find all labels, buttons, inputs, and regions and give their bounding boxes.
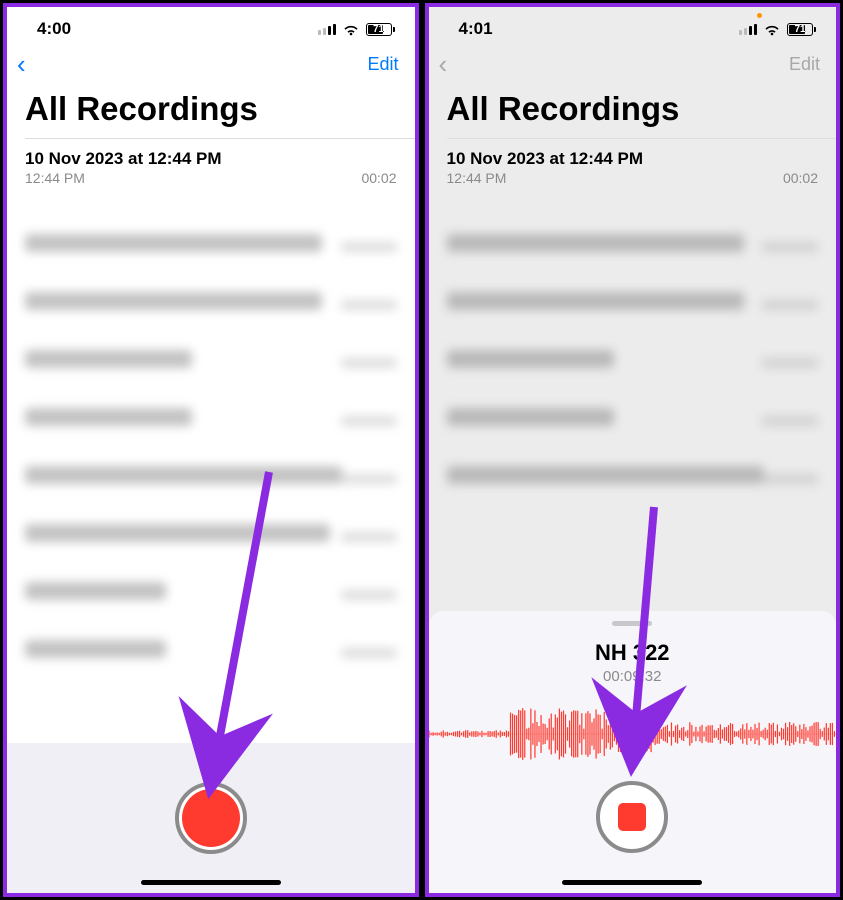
cellular-signal-icon	[318, 23, 336, 35]
active-recording-elapsed: 00:09.32	[603, 668, 661, 685]
sheet-grabber-icon[interactable]	[612, 621, 652, 626]
recording-indicator-dot-icon	[757, 13, 762, 18]
recording-title: 10 Nov 2023 at 12:44 PM	[25, 149, 397, 169]
recording-time: 12:44 PM	[447, 170, 507, 186]
recording-duration: 00:02	[783, 170, 818, 186]
edit-button[interactable]: Edit	[789, 54, 820, 75]
cellular-signal-icon	[739, 23, 757, 35]
recording-duration: 00:02	[361, 170, 396, 186]
recording-item-selected[interactable]: 10 Nov 2023 at 12:44 PM 12:44 PM 00:02	[7, 139, 415, 194]
record-circle-icon	[182, 789, 240, 847]
recording-item-selected[interactable]: 10 Nov 2023 at 12:44 PM 12:44 PM 00:02	[429, 139, 837, 194]
status-right-cluster: 71	[318, 23, 395, 36]
home-indicator	[562, 880, 702, 885]
active-recording-name: NH 322	[595, 640, 670, 666]
edit-button[interactable]: Edit	[367, 54, 398, 75]
phone-left-screenshot: 4:00 71 ‹ Edit All Recordings 10 Nov 202…	[3, 3, 419, 897]
home-indicator	[141, 880, 281, 885]
status-bar: 4:00 71	[7, 7, 415, 43]
status-time: 4:00	[37, 19, 71, 39]
back-button[interactable]: ‹	[17, 49, 26, 80]
back-button[interactable]: ‹	[439, 49, 448, 80]
wifi-icon	[763, 23, 781, 36]
waveform-icon	[429, 705, 837, 763]
recording-list-redacted	[7, 194, 415, 682]
battery-icon: 71	[366, 23, 395, 36]
nav-bar: ‹ Edit	[7, 43, 415, 84]
page-title: All Recordings	[7, 84, 415, 138]
recording-sheet[interactable]: NH 322 00:09.32	[429, 611, 837, 893]
status-bar: 4:01 71	[429, 7, 837, 43]
recording-time: 12:44 PM	[25, 170, 85, 186]
battery-icon: 71	[787, 23, 816, 36]
record-button[interactable]	[175, 782, 247, 854]
wifi-icon	[342, 23, 360, 36]
recording-list-redacted	[429, 194, 837, 508]
phone-right-screenshot: 4:01 71 ‹ Edit All Recordings 10 Nov 202…	[425, 3, 841, 897]
nav-bar: ‹ Edit	[429, 43, 837, 84]
stop-square-icon	[618, 803, 646, 831]
stop-button[interactable]	[596, 781, 668, 853]
page-title: All Recordings	[429, 84, 837, 138]
status-time: 4:01	[459, 19, 493, 39]
status-right-cluster: 71	[739, 23, 816, 36]
recording-title: 10 Nov 2023 at 12:44 PM	[447, 149, 819, 169]
footer-toolbar	[7, 743, 415, 893]
